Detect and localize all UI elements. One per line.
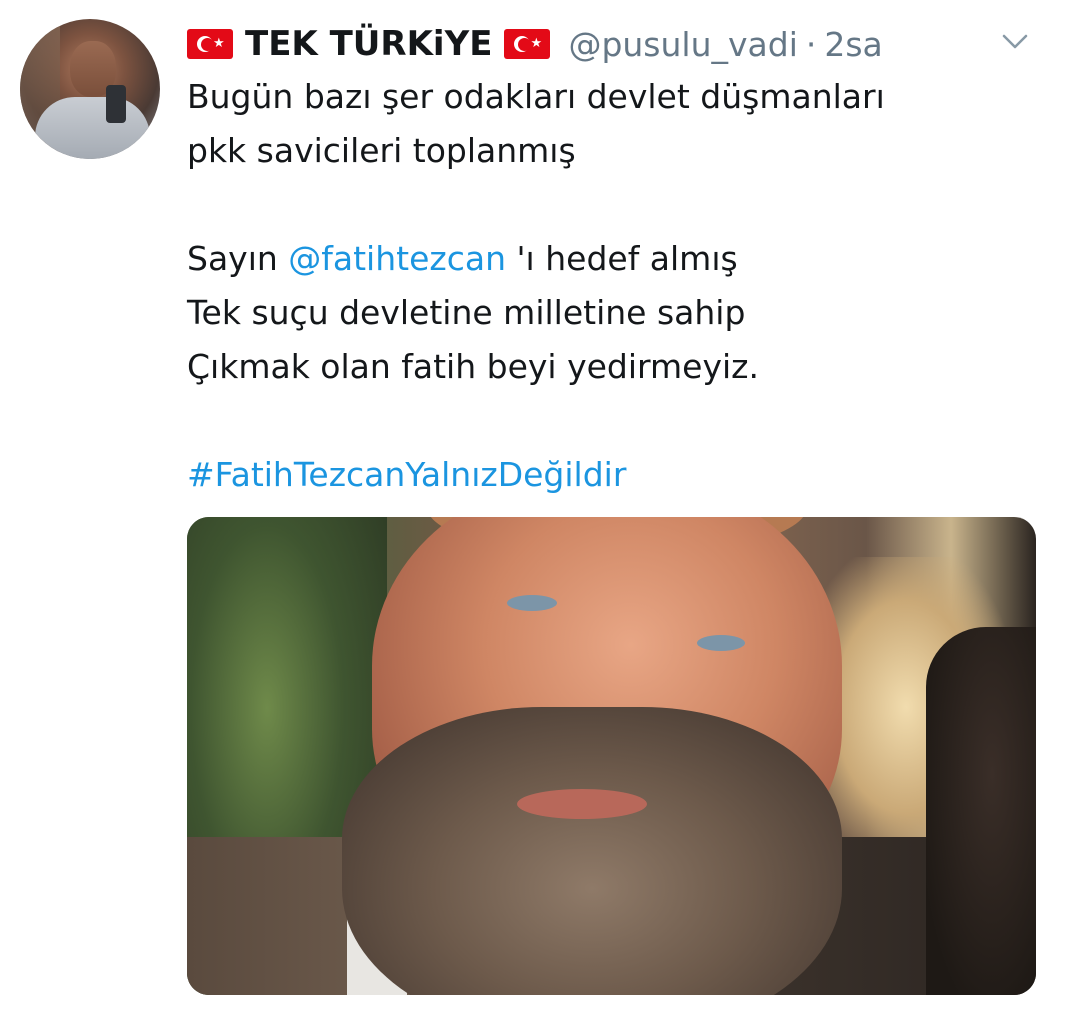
separator-dot: · bbox=[805, 24, 817, 64]
tweet-text-line: pkk savicileri toplanmış bbox=[187, 131, 576, 170]
photo-eye bbox=[697, 635, 745, 651]
user-handle[interactable]: @pusulu_vadi bbox=[568, 25, 797, 64]
tweet[interactable]: ★ TEK TÜRKiYE ★ @pusulu_vadi · 2sa Bugün… bbox=[0, 0, 1066, 1009]
avatar-phone bbox=[106, 85, 126, 123]
tweet-text-line: Çıkmak olan fatih beyi yedirmeyiz. bbox=[187, 347, 759, 386]
tweet-text-line: Sayın @fatihtezcan 'ı hedef almış bbox=[187, 232, 1047, 286]
turkey-flag-icon: ★ bbox=[504, 29, 551, 59]
chevron-down-icon[interactable] bbox=[1001, 32, 1029, 52]
text-segment: 'ı hedef almış bbox=[506, 239, 738, 278]
mention-link[interactable]: @fatihtezcan bbox=[288, 239, 506, 278]
photo-beard bbox=[342, 707, 842, 995]
turkey-flag-icon: ★ bbox=[187, 29, 233, 59]
timestamp[interactable]: 2sa bbox=[824, 25, 882, 64]
photo-dark-hair-right bbox=[926, 627, 1036, 995]
avatar-shirt bbox=[35, 97, 150, 159]
hashtag-link[interactable]: #FatihTezcanYalnızDeğildir bbox=[187, 448, 1047, 502]
tweet-text-line: Bugün bazı şer odakları devlet düşmanlar… bbox=[187, 77, 885, 116]
photo-mouth bbox=[517, 789, 647, 819]
tweet-photo[interactable] bbox=[187, 517, 1036, 995]
avatar[interactable] bbox=[20, 19, 160, 159]
tweet-text: Bugün bazı şer odakları devlet düşmanlar… bbox=[187, 70, 1047, 502]
tweet-header: ★ TEK TÜRKiYE ★ @pusulu_vadi · 2sa bbox=[187, 20, 883, 68]
display-name[interactable]: TEK TÜRKiYE bbox=[245, 24, 492, 64]
text-segment: Sayın bbox=[187, 239, 289, 278]
photo-eye bbox=[507, 595, 557, 611]
tweet-text-line: Tek suçu devletine milletine sahip bbox=[187, 293, 746, 332]
